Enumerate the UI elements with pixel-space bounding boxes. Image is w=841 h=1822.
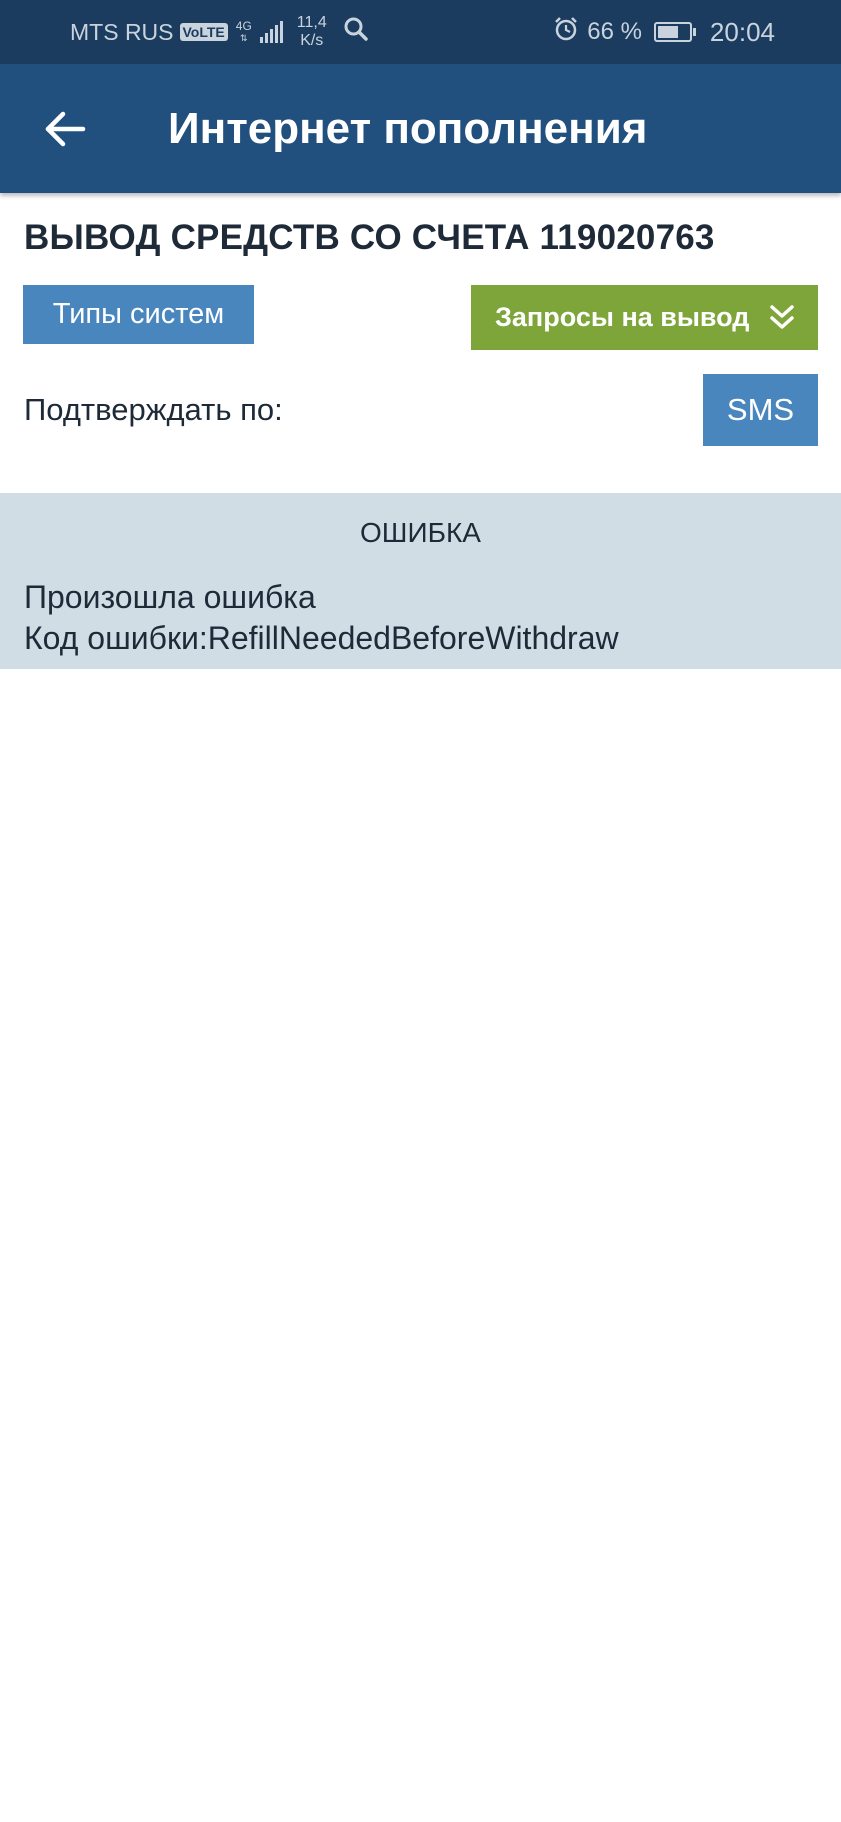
system-types-button[interactable]: Типы систем <box>23 285 254 344</box>
app-bar: Интернет пополнения <box>0 64 841 193</box>
back-button[interactable] <box>36 100 94 158</box>
search-icon <box>343 16 369 48</box>
carrier-name: MTS RUS <box>70 18 174 45</box>
sms-button[interactable]: SMS <box>703 374 818 446</box>
error-panel: ОШИБКА Произошла ошибка Код ошибки:Refil… <box>0 493 841 669</box>
data-arrows-icon: ⇅ <box>240 33 248 43</box>
error-heading: ОШИБКА <box>360 517 481 548</box>
network-type-label: 4G <box>235 19 252 33</box>
error-message: Произошла ошибка <box>24 579 316 615</box>
back-arrow-icon <box>45 111 86 147</box>
alarm-icon <box>553 16 579 49</box>
double-chevron-down-icon <box>770 305 794 329</box>
error-code: Код ошибки:RefillNeededBeforeWithdraw <box>24 620 619 656</box>
battery-percent: 66 % <box>587 18 642 45</box>
withdraw-requests-button[interactable]: Запросы на вывод <box>471 285 818 350</box>
network-speed-value: 11,4 <box>296 14 327 31</box>
volte-badge: VoLTE <box>179 23 228 41</box>
page-title: Интернет пополнения <box>168 103 648 153</box>
network-speed: 11,4 K/s <box>297 14 327 50</box>
battery-fill <box>657 26 678 38</box>
confirm-by-label: Подтверждать по: <box>24 392 283 427</box>
withdraw-requests-label: Запросы на вывод <box>495 302 750 332</box>
section-title: ВЫВОД СРЕДСТВ СО СЧЕТА 119020763 <box>24 218 715 257</box>
clock: 20:04 <box>709 16 775 47</box>
network-type-icon: 4G ⇅ <box>236 20 252 44</box>
battery-tip <box>692 28 696 36</box>
battery-body <box>653 22 692 42</box>
network-speed-unit: K/s <box>300 32 324 49</box>
status-bar: MTS RUS VoLTE 4G ⇅ 11,4 K/s 66 % 20:04 <box>0 0 841 64</box>
status-bar-right: 66 % 20:04 <box>553 0 775 64</box>
battery-icon <box>653 22 696 42</box>
signal-strength-icon <box>259 21 283 43</box>
status-bar-left: MTS RUS VoLTE 4G ⇅ 11,4 K/s <box>70 0 369 64</box>
